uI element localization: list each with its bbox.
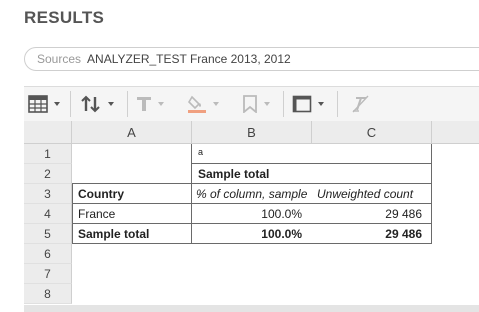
cell-a3[interactable]: Country bbox=[74, 184, 190, 204]
column-header-a[interactable]: A bbox=[72, 121, 192, 144]
sources-value: ANALYZER_TEST France 2013, 2012 bbox=[87, 52, 291, 66]
chevron-down-icon bbox=[318, 102, 324, 106]
column-header-empty bbox=[432, 121, 479, 144]
chevron-down-icon bbox=[158, 102, 164, 106]
cell-b5[interactable]: 100.0% bbox=[192, 224, 306, 244]
toolbar-divider bbox=[70, 91, 71, 117]
cell-b1[interactable]: a bbox=[194, 144, 430, 164]
row-header-3[interactable]: 3 bbox=[24, 184, 72, 204]
chevron-down-icon bbox=[264, 102, 270, 106]
toolbar-divider bbox=[337, 91, 338, 117]
cell-b4[interactable]: 100.0% bbox=[192, 204, 306, 224]
text-format-dropdown-button[interactable] bbox=[136, 87, 164, 121]
cell-c4[interactable]: 29 486 bbox=[312, 204, 426, 224]
table-border bbox=[431, 144, 432, 244]
border-icon bbox=[292, 95, 312, 113]
chevron-down-icon bbox=[108, 102, 114, 106]
bookmark-icon bbox=[242, 95, 258, 113]
row-header-1[interactable]: 1 bbox=[24, 144, 72, 164]
table-dropdown-button[interactable] bbox=[28, 87, 60, 121]
bookmark-dropdown-button[interactable] bbox=[242, 87, 270, 121]
page-title: RESULTS bbox=[24, 8, 105, 27]
row-header-7[interactable]: 7 bbox=[24, 264, 72, 284]
row-header-8[interactable]: 8 bbox=[24, 284, 72, 304]
cell-a5[interactable]: Sample total bbox=[74, 224, 190, 244]
horizontal-scrollbar[interactable] bbox=[24, 305, 479, 312]
clear-format-icon bbox=[350, 94, 370, 114]
row-header-4[interactable]: 4 bbox=[24, 204, 72, 224]
fill-color-icon bbox=[187, 94, 207, 114]
chevron-down-icon bbox=[213, 102, 219, 106]
toolbar-divider bbox=[283, 91, 284, 117]
text-format-icon bbox=[136, 95, 152, 113]
cell-c5[interactable]: 29 486 bbox=[312, 224, 426, 244]
sort-dropdown-button[interactable] bbox=[80, 87, 114, 121]
toolbar bbox=[24, 86, 479, 121]
table-icon bbox=[28, 95, 48, 113]
spreadsheet-grid: A B C 1 2 3 4 5 6 7 8 a Sample total Cou… bbox=[24, 121, 479, 312]
column-header-c[interactable]: C bbox=[312, 121, 432, 144]
fill-color-dropdown-button[interactable] bbox=[187, 87, 219, 121]
sources-field[interactable]: Sources ANALYZER_TEST France 2013, 2012 bbox=[24, 47, 479, 71]
clear-format-button[interactable] bbox=[350, 87, 370, 121]
sources-label: Sources bbox=[37, 52, 82, 66]
row-header-6[interactable]: 6 bbox=[24, 244, 72, 264]
row-header-2[interactable]: 2 bbox=[24, 164, 72, 184]
chevron-down-icon bbox=[54, 102, 60, 106]
cell-b2[interactable]: Sample total bbox=[194, 164, 430, 184]
cell-a4[interactable]: France bbox=[74, 204, 190, 224]
table-border bbox=[72, 184, 73, 244]
cell-c3[interactable]: Unweighted count bbox=[313, 184, 431, 204]
corner-header[interactable] bbox=[24, 121, 72, 144]
toolbar-divider bbox=[127, 91, 128, 117]
border-dropdown-button[interactable] bbox=[292, 87, 324, 121]
row-header-5[interactable]: 5 bbox=[24, 224, 72, 244]
cell-b3[interactable]: % of column, sample bbox=[192, 184, 316, 204]
sort-icon bbox=[80, 95, 102, 113]
column-header-b[interactable]: B bbox=[192, 121, 312, 144]
